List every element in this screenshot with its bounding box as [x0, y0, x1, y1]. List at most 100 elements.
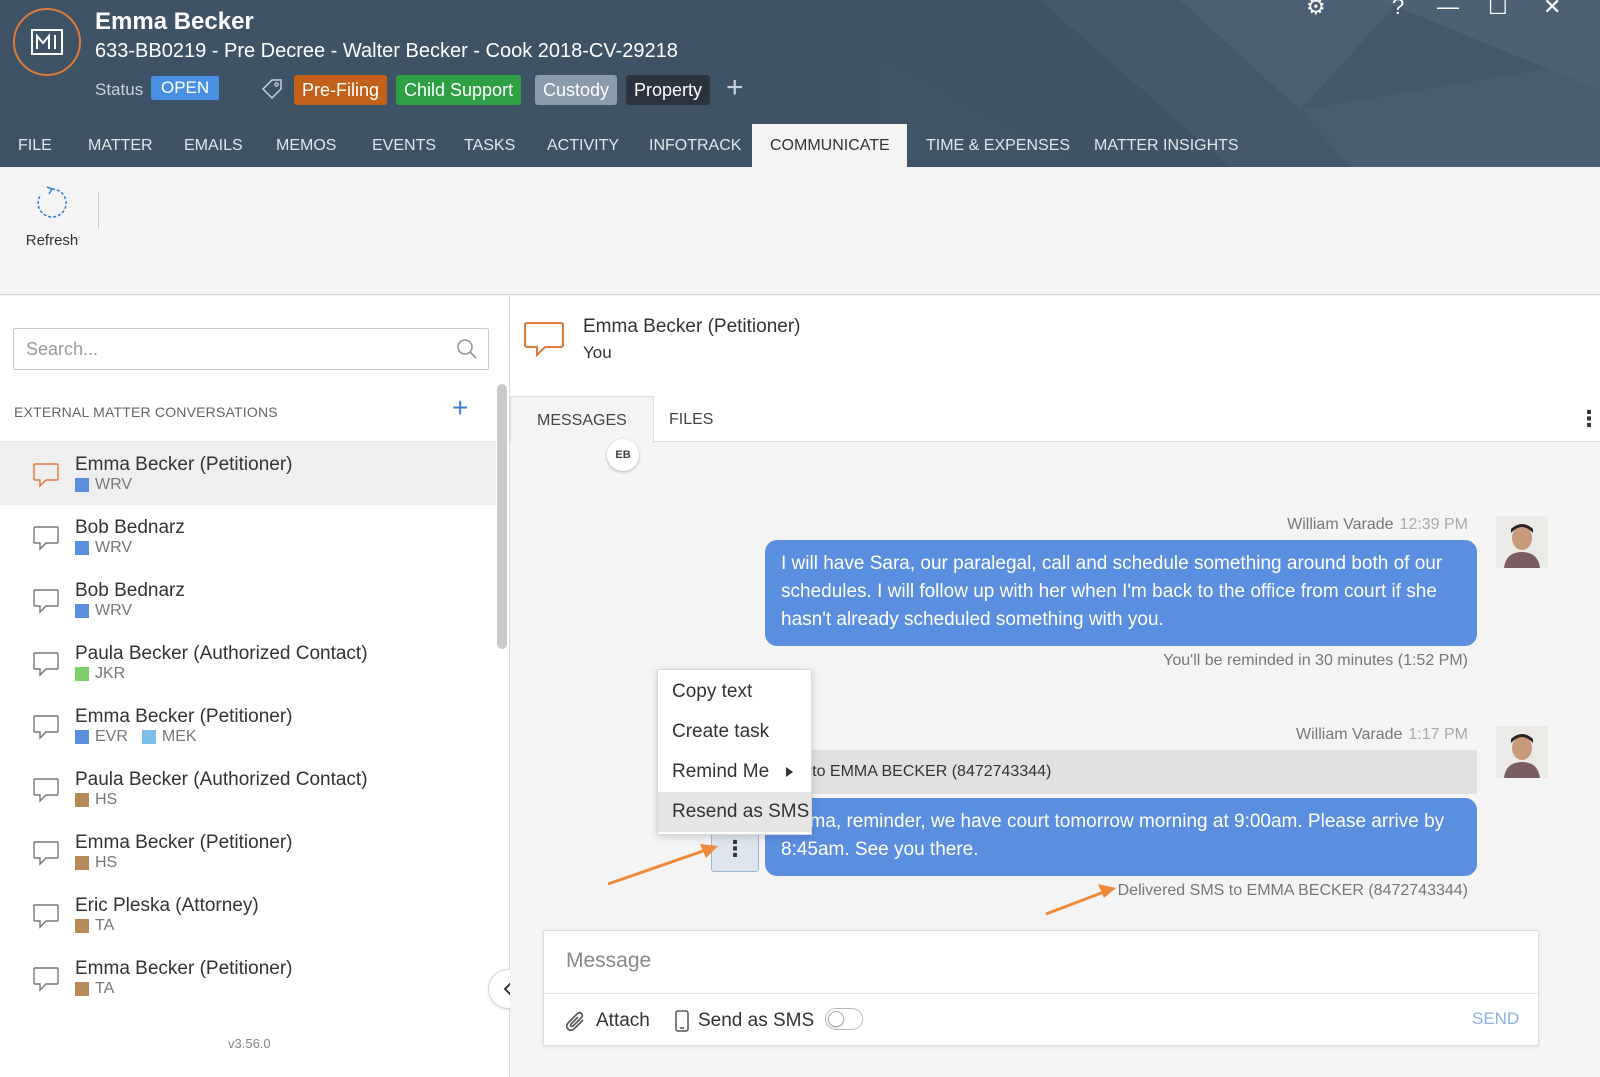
- chat-bubble-icon: [33, 904, 59, 929]
- conversation-item[interactable]: Emma Becker (Petitioner) HS: [0, 820, 496, 883]
- tag-color-swatch: [75, 982, 89, 996]
- tag-custody[interactable]: Custody: [535, 75, 618, 105]
- tab-memos[interactable]: MEMOS: [258, 124, 354, 167]
- message-bubble[interactable]: Emma, reminder, we have court tomorrow m…: [765, 798, 1477, 876]
- conversation-tabs: MESSAGES FILES: [510, 396, 1600, 443]
- tag-color-swatch: [75, 541, 89, 555]
- conversation-tags: WRV: [75, 476, 132, 494]
- conversation-more-icon[interactable]: ⋮: [1578, 408, 1600, 430]
- staff-tag: EVR: [75, 728, 128, 746]
- add-conversation-button[interactable]: +: [452, 394, 468, 422]
- conversation-tags: JKR: [75, 665, 125, 683]
- tab-matter[interactable]: MATTER: [70, 124, 171, 167]
- tab-messages[interactable]: MESSAGES: [510, 396, 654, 443]
- menu-item-create-task[interactable]: Create task: [658, 712, 811, 752]
- conversation-item[interactable]: Paula Becker (Authorized Contact) JKR: [0, 631, 496, 694]
- annotation-arrow-icon: [1045, 884, 1116, 916]
- search-icon[interactable]: [456, 338, 478, 360]
- tag-color-swatch: [75, 667, 89, 681]
- staff-tag: HS: [75, 854, 117, 872]
- staff-code: TA: [95, 980, 115, 997]
- sidebar-scrollbar[interactable]: [497, 384, 507, 649]
- search-box: [13, 328, 489, 370]
- refresh-button[interactable]: Refresh: [18, 185, 86, 255]
- tab-communicate[interactable]: COMMUNICATE: [752, 124, 907, 167]
- tab-emails[interactable]: EMAILS: [166, 124, 261, 167]
- conversation-item[interactable]: Bob Bednarz WRV: [0, 568, 496, 631]
- conversation-item[interactable]: Emma Becker (Petitioner) WRV: [0, 442, 496, 505]
- tag-color-swatch: [75, 478, 89, 492]
- tab-file[interactable]: FILE: [0, 124, 70, 167]
- message-sender-line: William Varade 1:17 PM: [1200, 726, 1468, 744]
- conversation-item[interactable]: Bob Bednarz WRV: [0, 505, 496, 568]
- conversation-item[interactable]: Emma Becker (Petitioner) TA: [0, 946, 496, 1009]
- staff-code: MEK: [161, 728, 197, 745]
- attach-button[interactable]: Attach: [564, 1003, 650, 1039]
- avatar: [1496, 516, 1548, 568]
- chat-bubble-icon: [33, 778, 59, 803]
- conversation-tags: EVR MEK: [75, 728, 197, 746]
- staff-tag: TA: [75, 917, 114, 935]
- tab-events[interactable]: EVENTS: [354, 124, 454, 167]
- participant-avatar[interactable]: EB: [607, 439, 639, 471]
- menu-item-copy-text[interactable]: Copy text: [658, 672, 811, 712]
- tab-tasks[interactable]: TASKS: [446, 124, 533, 167]
- conversation-tags: TA: [75, 917, 114, 935]
- settings-icon[interactable]: ⚙: [1306, 0, 1326, 20]
- help-icon[interactable]: ?: [1392, 0, 1404, 20]
- conversation-item[interactable]: Paula Becker (Authorized Contact) HS: [0, 757, 496, 820]
- search-input[interactable]: [14, 329, 414, 369]
- send-as-sms-option[interactable]: Send as SMS: [674, 1003, 814, 1039]
- tab-infotrack[interactable]: INFOTRACK: [631, 124, 759, 167]
- toolbar-divider: [98, 191, 99, 229]
- phone-icon: [675, 1010, 689, 1032]
- message-time: 1:17 PM: [1408, 726, 1468, 743]
- tag-color-swatch: [141, 730, 156, 744]
- composer-divider: [544, 993, 1538, 994]
- app-version: v3.56.0: [228, 1036, 271, 1051]
- chat-bubble-icon: [33, 967, 59, 992]
- tab-files[interactable]: FILES: [643, 396, 739, 442]
- conversation-item[interactable]: Paula Becker (Authorized Contact): [0, 1009, 496, 1018]
- tab-matter-insights[interactable]: MATTER INSIGHTS: [1076, 124, 1257, 167]
- conversation-item[interactable]: Emma Becker (Petitioner) EVR MEK: [0, 694, 496, 757]
- tag-icon[interactable]: [261, 78, 283, 105]
- client-name: Emma Becker: [95, 8, 254, 35]
- chat-bubble-icon: [33, 841, 59, 866]
- staff-code: TA: [95, 917, 115, 934]
- maximize-icon[interactable]: ☐: [1488, 0, 1508, 20]
- menu-item-remind-me[interactable]: Remind Me: [658, 752, 811, 792]
- close-icon[interactable]: ✕: [1543, 0, 1561, 20]
- message-bubble[interactable]: I will have Sara, our paralegal, call an…: [765, 540, 1477, 646]
- conversation-item[interactable]: Eric Pleska (Attorney) TA: [0, 883, 496, 946]
- staff-tag: TA: [75, 980, 114, 998]
- staff-tag: WRV: [75, 476, 132, 494]
- matter-header: Emma Becker 633-BB0219 - Pre Decree - Wa…: [0, 0, 1600, 167]
- tag-child-support[interactable]: Child Support: [396, 75, 522, 105]
- add-tag-button[interactable]: +: [726, 73, 744, 103]
- send-as-sms-label: Send as SMS: [698, 1010, 815, 1031]
- tag-color-swatch: [75, 793, 89, 807]
- paperclip-icon: [565, 1011, 584, 1032]
- tag-pre-filing[interactable]: Pre-Filing: [294, 75, 388, 105]
- message-context-menu: Copy text Create task Remind Me Resend a…: [657, 669, 812, 835]
- tab-activity[interactable]: ACTIVITY: [529, 124, 637, 167]
- chat-bubble-icon: [524, 322, 564, 358]
- attach-label: Attach: [596, 1010, 650, 1031]
- avatar: [1496, 726, 1548, 778]
- conversations-sidebar: EXTERNAL MATTER CONVERSATIONS + Emma Bec…: [0, 296, 510, 1077]
- send-button[interactable]: SEND: [1472, 1009, 1519, 1029]
- sms-toggle[interactable]: [825, 1008, 863, 1030]
- tag-property[interactable]: Property: [626, 75, 711, 105]
- status-label: Status: [95, 80, 144, 99]
- message-input[interactable]: [544, 931, 1538, 993]
- chat-bubble-icon: [33, 589, 59, 614]
- conversation-tags: HS: [75, 791, 117, 809]
- message-sender-line: William Varade 12:39 PM: [1200, 516, 1468, 534]
- minimize-icon[interactable]: —: [1437, 0, 1459, 20]
- menu-item-label: Remind Me: [672, 761, 770, 782]
- menu-item-resend-sms[interactable]: Resend as SMS: [658, 792, 811, 832]
- status-badge[interactable]: OPEN: [151, 76, 220, 100]
- tab-time-expenses[interactable]: TIME & EXPENSES: [908, 124, 1088, 167]
- sender-name: William Varade: [1287, 516, 1394, 533]
